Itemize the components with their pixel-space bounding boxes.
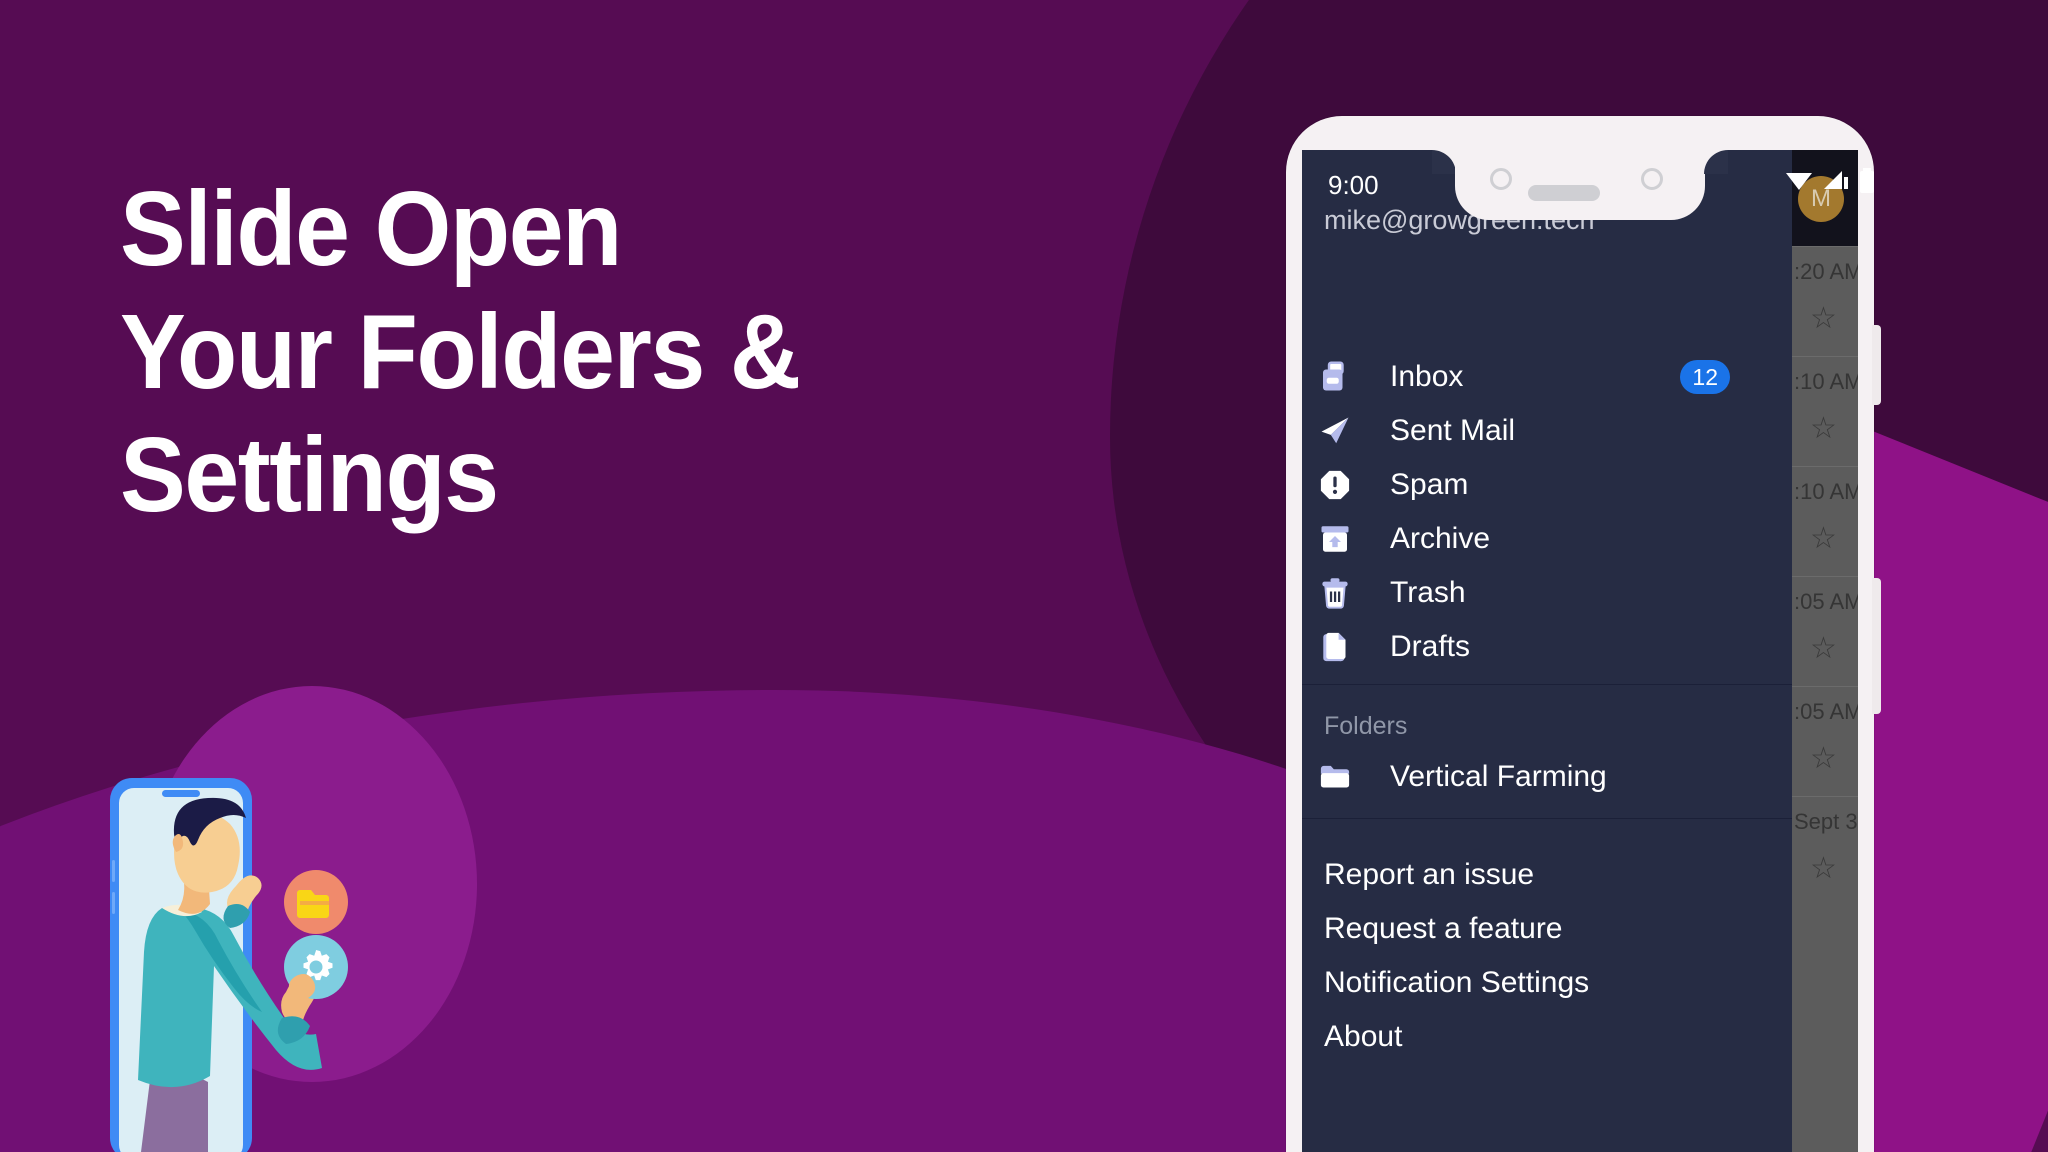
star-outline-icon[interactable]: ☆ [1810, 301, 1837, 336]
cellular-signal-icon [1824, 171, 1848, 189]
trash-icon [1302, 575, 1368, 611]
inbox-icon [1302, 359, 1368, 395]
battery-icon [1860, 168, 1874, 193]
drawer-item-label: Archive [1390, 522, 1491, 555]
inbox-icon [1323, 361, 1344, 391]
drawer-footer-report-an-issue[interactable]: Report an issue [1324, 858, 1534, 892]
headline-line-1: Slide Open [120, 170, 622, 288]
drawer-footer-about[interactable]: About [1324, 1020, 1402, 1054]
spam-alert-icon [1302, 467, 1368, 503]
mail-row-timestamp: :05 AM [1794, 699, 1858, 724]
mail-row[interactable]: :20 AM ☆ [1792, 246, 1858, 356]
status-bar-time: 9:00 [1328, 170, 1379, 200]
mail-row[interactable]: :10 AM ☆ [1792, 356, 1858, 466]
send-icon [1302, 413, 1368, 449]
star-outline-icon[interactable]: ☆ [1810, 411, 1837, 446]
drawer-item-label: Sent Mail [1390, 414, 1516, 447]
drawer-item-inbox[interactable]: Inbox 12 [1302, 350, 1792, 404]
mail-app-bar: M [1792, 150, 1858, 246]
drawer-item-archive[interactable]: Archive [1302, 512, 1792, 566]
unread-count-badge: 12 [1680, 360, 1730, 394]
folder-badge [284, 870, 348, 934]
camera-lens-right-icon [1641, 168, 1663, 190]
drawer-divider-footer [1302, 818, 1792, 819]
mail-row[interactable]: :05 AM ☆ [1792, 576, 1858, 686]
drafts-icon [1323, 632, 1346, 662]
send-icon [1321, 417, 1349, 444]
phone-side-button-upper[interactable] [1872, 325, 1881, 405]
mail-row-timestamp: :10 AM [1794, 479, 1858, 504]
mail-row-timestamp: :05 AM [1794, 589, 1858, 614]
drawer-item-label: Trash [1390, 576, 1466, 609]
mail-row-timestamp: :20 AM [1794, 259, 1858, 284]
drawer-item-label: Spam [1390, 468, 1469, 501]
folder-icon [1320, 765, 1350, 788]
illustration-phone-notch [162, 790, 200, 797]
drawer-footer-request-a-feature[interactable]: Request a feature [1324, 912, 1563, 946]
mail-row[interactable]: :10 AM ☆ [1792, 466, 1858, 576]
drawer-item-label: Drafts [1390, 630, 1471, 663]
star-outline-icon[interactable]: ☆ [1810, 851, 1837, 886]
headline-line-2: Your Folders & [120, 292, 801, 411]
status-bar-icons [1785, 168, 1875, 194]
settings-badge [284, 935, 348, 1000]
drawer-item-spam[interactable]: Spam [1302, 458, 1792, 512]
archive-icon [1302, 521, 1368, 557]
drawer-item-trash[interactable]: Trash [1302, 566, 1792, 620]
drawer-footer-notification-settings[interactable]: Notification Settings [1324, 966, 1589, 1000]
folder-icon [1302, 759, 1368, 795]
drawer-folder-vertical-farming[interactable]: Vertical Farming [1302, 750, 1792, 804]
promo-banner: Slide Open Your Folders & Settings M:20… [0, 0, 2048, 1152]
mail-row[interactable]: Sept 3 ☆ [1792, 796, 1858, 906]
wifi-icon [1786, 173, 1812, 190]
star-outline-icon[interactable]: ☆ [1810, 521, 1837, 556]
drafts-icon [1302, 629, 1368, 665]
camera-lens-left-icon [1490, 168, 1512, 190]
mail-row-timestamp: Sept 3 [1794, 809, 1858, 834]
navigation-drawer[interactable]: mike@growgreen.tech Inbox 12 Sent Mail Sp… [1302, 150, 1792, 1152]
illustration-phone-button-2 [112, 892, 115, 914]
folders-section-label: Folders [1324, 712, 1408, 740]
star-outline-icon[interactable]: ☆ [1810, 631, 1837, 666]
drawer-divider-primary [1302, 684, 1792, 685]
earpiece-speaker [1528, 185, 1600, 201]
illustration-svg [110, 778, 348, 1152]
star-outline-icon[interactable]: ☆ [1810, 741, 1837, 776]
illustration-phone-button-1 [112, 860, 115, 882]
drawer-item-drafts[interactable]: Drafts [1302, 620, 1792, 674]
mail-list-peek[interactable]: M :20 AM ☆:10 AM ☆:10 AM ☆:05 AM ☆:05 AM ☆ Sep… [1792, 150, 1858, 1152]
mail-row-timestamp: :10 AM [1794, 369, 1858, 394]
archive-icon [1321, 526, 1349, 552]
mail-row[interactable]: :05 AM ☆ [1792, 686, 1858, 796]
spam-alert-icon [1320, 470, 1350, 500]
headline-line-3: Settings [120, 415, 499, 534]
hero-illustration [110, 760, 440, 1152]
trash-icon [1322, 578, 1348, 609]
phone-side-button-lower[interactable] [1872, 578, 1881, 714]
drawer-folder-label: Vertical Farming [1390, 760, 1607, 793]
drawer-item-sent-mail[interactable]: Sent Mail [1302, 404, 1792, 458]
page-title: Slide Open Your Folders & Settings [120, 168, 901, 537]
drawer-item-label: Inbox [1390, 360, 1464, 393]
